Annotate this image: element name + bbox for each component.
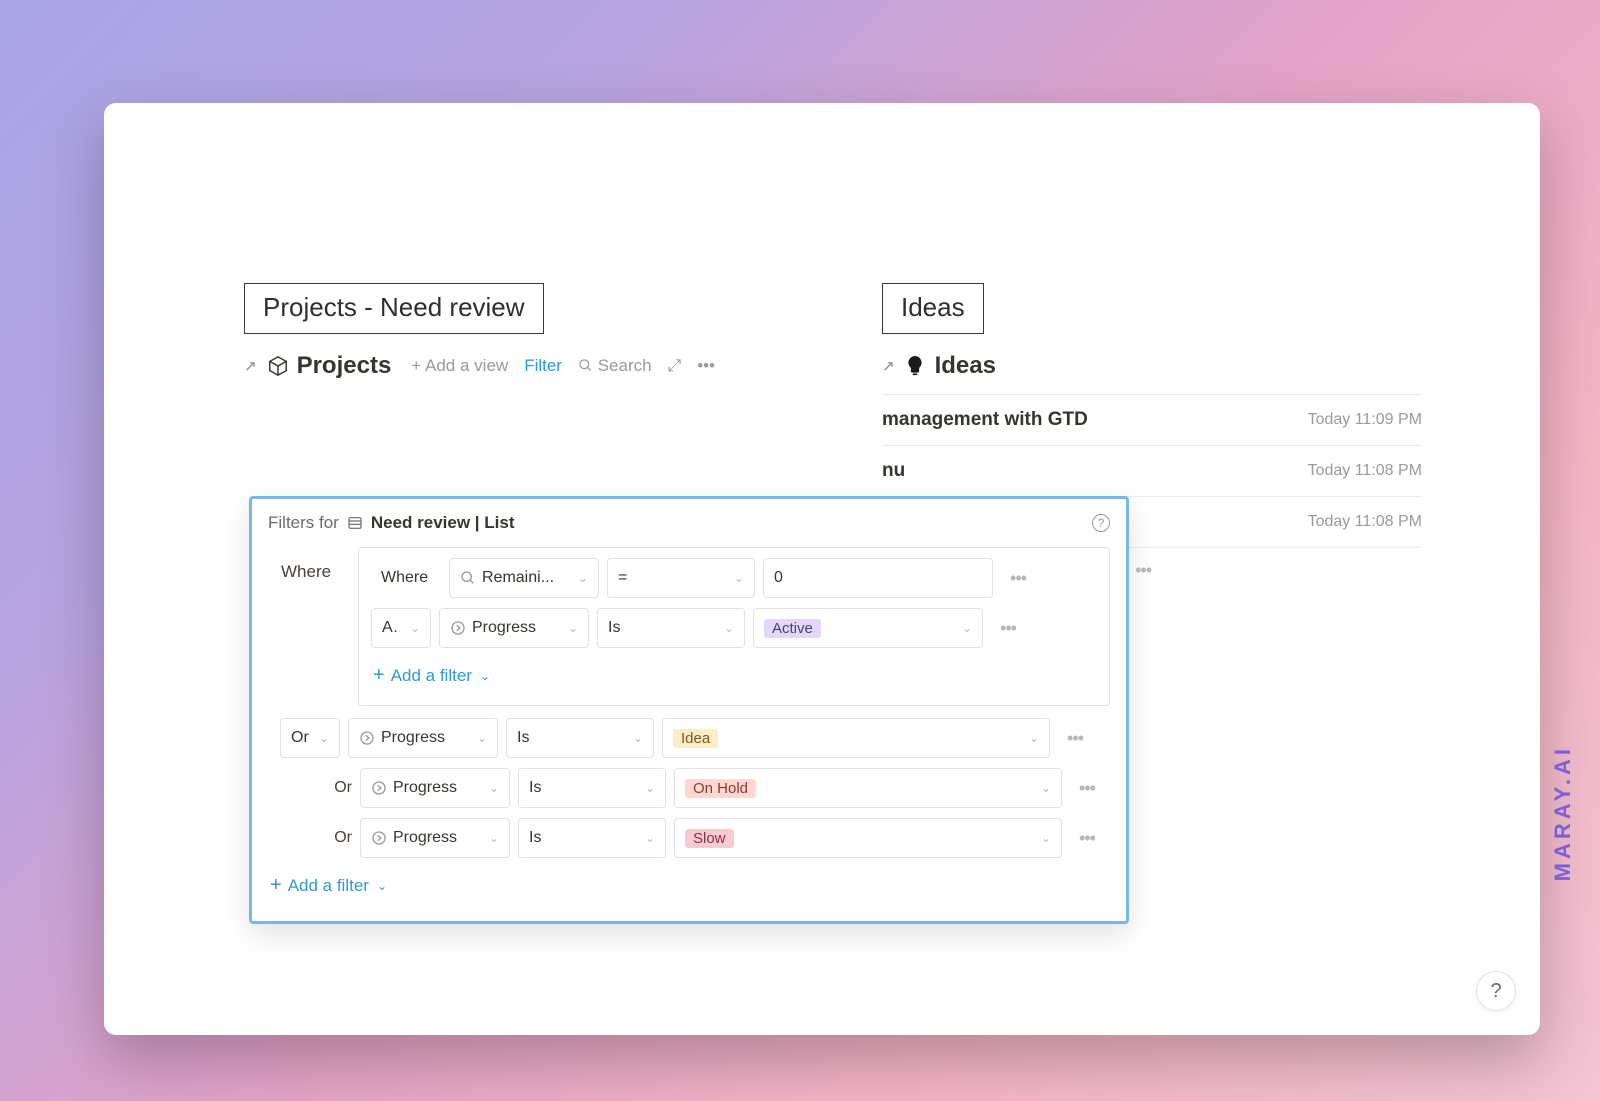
chevron-down-icon: ⌄ xyxy=(489,781,499,795)
where-label: Where xyxy=(281,562,331,582)
add-filter-button[interactable]: + Add a filter ⌄ xyxy=(268,868,1110,903)
filter-row: And ⌄ Progress ⌄ Is ⌄ Active ⌄ ••• xyxy=(371,608,1097,648)
chevron-down-icon: ⌄ xyxy=(645,781,655,795)
list-item-date: Today 11:08 PM xyxy=(1308,513,1422,531)
app-window: Projects - Need review ↗ Projects + Add … xyxy=(104,103,1540,1035)
status-icon xyxy=(450,620,466,636)
tag-onhold: On Hold xyxy=(685,779,756,798)
value-select[interactable]: Slow ⌄ xyxy=(674,818,1062,858)
more-icon[interactable]: ••• xyxy=(697,356,715,376)
chevron-down-icon: ⌄ xyxy=(962,621,972,635)
property-select[interactable]: Progress ⌄ xyxy=(439,608,589,648)
join-label: Where xyxy=(371,558,441,598)
chevron-down-icon: ⌄ xyxy=(734,571,744,585)
list-item-title: management with GTD xyxy=(882,409,1088,431)
list-item-title: nu xyxy=(882,460,905,482)
projects-title[interactable]: Projects xyxy=(297,352,392,380)
list-item-date: Today 11:09 PM xyxy=(1308,411,1422,429)
value-select[interactable]: On Hold ⌄ xyxy=(674,768,1062,808)
join-select[interactable]: And ⌄ xyxy=(371,608,431,648)
projects-toolbar: + Add a view Filter Search ⤢ ••• xyxy=(411,356,715,376)
popover-title: Filters for Need review | List ? xyxy=(268,513,1110,533)
operator-select[interactable]: = ⌄ xyxy=(607,558,755,598)
tag-active: Active xyxy=(764,619,821,638)
row-menu-icon[interactable]: ••• xyxy=(1070,828,1104,849)
status-icon xyxy=(371,780,387,796)
chevron-down-icon: ⌄ xyxy=(568,621,578,635)
chevron-down-icon: ⌄ xyxy=(489,831,499,845)
chevron-down-icon: ⌄ xyxy=(1041,831,1051,845)
projects-annotation-label: Projects - Need review xyxy=(244,283,544,334)
chevron-down-icon: ⌄ xyxy=(480,669,490,683)
chevron-down-icon: ⌄ xyxy=(1041,781,1051,795)
two-column-layout: Projects - Need review ↗ Projects + Add … xyxy=(104,103,1540,548)
operator-select[interactable]: Is ⌄ xyxy=(518,818,666,858)
filter-row: Or Progress ⌄ Is ⌄ On Hold ⌄ ••• xyxy=(280,768,1110,808)
outer-filter-rows: Or ⌄ Progress ⌄ Is ⌄ Idea ⌄ ••• xyxy=(280,718,1110,858)
list-item-date: Today 11:08 PM xyxy=(1308,462,1422,480)
watermark: MARAY.AI xyxy=(1550,745,1576,881)
list-item[interactable]: management with GTD Today 11:09 PM xyxy=(882,395,1422,446)
value-input[interactable] xyxy=(763,558,993,598)
status-icon xyxy=(371,830,387,846)
help-icon[interactable]: ? xyxy=(1092,514,1110,532)
chevron-down-icon: ⌄ xyxy=(377,879,387,893)
filter-popover: Filters for Need review | List ? Where W… xyxy=(249,496,1129,924)
chevron-down-icon: ⌄ xyxy=(724,621,734,635)
chevron-down-icon: ⌄ xyxy=(633,731,643,745)
filter-group: Where Where Remaini... ⌄ = ⌄ ••• ••• xyxy=(358,547,1110,706)
property-select[interactable]: Progress ⌄ xyxy=(360,818,510,858)
ideas-title[interactable]: Ideas xyxy=(935,352,996,380)
property-select[interactable]: Progress ⌄ xyxy=(360,768,510,808)
tag-slow: Slow xyxy=(685,829,734,848)
chevron-down-icon: ⌄ xyxy=(578,571,588,585)
search-button[interactable]: Search xyxy=(578,356,652,376)
operator-select[interactable]: Is ⌄ xyxy=(506,718,654,758)
join-label: Or xyxy=(280,779,352,797)
operator-select[interactable]: Is ⌄ xyxy=(597,608,745,648)
status-icon xyxy=(359,730,375,746)
plus-icon: + xyxy=(373,664,385,687)
chevron-down-icon: ⌄ xyxy=(645,831,655,845)
row-menu-icon[interactable]: ••• xyxy=(1070,778,1104,799)
help-fab[interactable]: ? xyxy=(1476,971,1516,1011)
tag-idea: Idea xyxy=(673,729,718,748)
property-select[interactable]: Remaini... ⌄ xyxy=(449,558,599,598)
cube-icon xyxy=(267,355,289,377)
chevron-down-icon: ⌄ xyxy=(319,731,329,745)
ideas-annotation-label: Ideas xyxy=(882,283,984,334)
value-select[interactable]: Active ⌄ xyxy=(753,608,983,648)
plus-icon: + xyxy=(270,874,282,897)
lightbulb-icon xyxy=(905,354,925,378)
chevron-down-icon: ⌄ xyxy=(410,621,420,635)
operator-select[interactable]: Is ⌄ xyxy=(518,768,666,808)
add-view-button[interactable]: + Add a view xyxy=(411,356,508,376)
join-select[interactable]: Or ⌄ xyxy=(280,718,340,758)
add-filter-button[interactable]: + Add a filter ⌄ xyxy=(371,658,1097,693)
join-label: Or xyxy=(280,829,352,847)
filter-row: Or ⌄ Progress ⌄ Is ⌄ Idea ⌄ ••• xyxy=(280,718,1110,758)
value-select[interactable]: Idea ⌄ xyxy=(662,718,1050,758)
row-menu-icon[interactable]: ••• xyxy=(1058,728,1092,749)
projects-db-header: ↗ Projects + Add a view Filter Search ⤢ … xyxy=(244,352,824,380)
list-item[interactable]: nu Today 11:08 PM xyxy=(882,446,1422,497)
property-select[interactable]: Progress ⌄ xyxy=(348,718,498,758)
group-menu-icon[interactable]: ••• xyxy=(1135,560,1151,581)
search-icon xyxy=(460,570,476,586)
list-view-icon xyxy=(347,515,363,531)
row-menu-icon[interactable]: ••• xyxy=(991,618,1025,639)
row-menu-icon[interactable]: ••• xyxy=(1001,568,1035,589)
expand-icon[interactable]: ⤢ xyxy=(668,356,682,376)
chevron-down-icon: ⌄ xyxy=(477,731,487,745)
filter-row: Or Progress ⌄ Is ⌄ Slow ⌄ ••• xyxy=(280,818,1110,858)
open-as-page-icon[interactable]: ↗ xyxy=(882,357,895,375)
filter-row: Where Remaini... ⌄ = ⌄ ••• ••• xyxy=(371,558,1097,598)
filter-button[interactable]: Filter xyxy=(524,356,562,376)
ideas-db-header: ↗ Ideas xyxy=(882,352,1422,380)
chevron-down-icon: ⌄ xyxy=(1029,731,1039,745)
open-as-page-icon[interactable]: ↗ xyxy=(244,357,257,375)
